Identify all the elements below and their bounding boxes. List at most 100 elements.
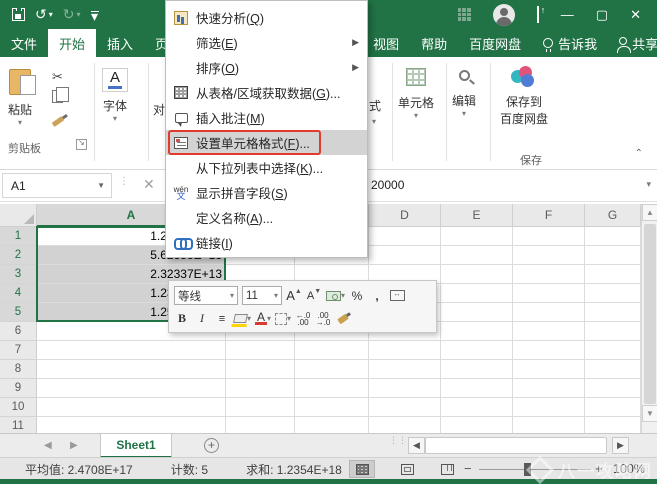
row-header-9[interactable]: 9 xyxy=(0,379,37,398)
zoom-level[interactable]: 100% xyxy=(613,462,645,476)
cell-C7[interactable] xyxy=(295,341,369,360)
menu-item-定义名称[interactable]: 定义名称(A)... xyxy=(166,205,367,230)
cell-D9[interactable] xyxy=(369,379,441,398)
cell-F11[interactable] xyxy=(513,417,585,433)
ribbon-display-options-button[interactable] xyxy=(537,7,539,22)
page-layout-view-button[interactable] xyxy=(394,460,420,478)
vertical-scrollbar-thumb[interactable] xyxy=(644,224,656,404)
cancel-icon[interactable]: ✕ xyxy=(143,176,155,193)
cell-G3[interactable] xyxy=(585,265,641,284)
font-group-button[interactable]: A 字体 ▾ xyxy=(102,68,128,123)
copy-button[interactable] xyxy=(52,90,63,103)
cell-A8[interactable] xyxy=(37,360,226,379)
paste-button[interactable]: 粘贴 ▾ xyxy=(8,69,32,127)
merge-center-button[interactable] xyxy=(389,286,405,305)
menu-item-显示拼音字段[interactable]: wén文显示拼音字段(S) xyxy=(166,180,367,205)
font-name-combo[interactable]: 等线▾ xyxy=(174,286,238,305)
menu-item-从下拉列表中选择[interactable]: 从下拉列表中选择(K)... xyxy=(166,155,367,180)
cell-B11[interactable] xyxy=(226,417,295,433)
normal-view-button[interactable] xyxy=(349,460,375,478)
menu-item-快速分析[interactable]: 快速分析(Q) xyxy=(166,5,367,30)
horizontal-scrollbar[interactable] xyxy=(425,437,607,454)
menu-item-从表格/区域获取数据[interactable]: 从表格/区域获取数据(G)... xyxy=(166,80,367,105)
next-sheet-button[interactable]: ▶ xyxy=(70,440,78,451)
tab-splitter-handle[interactable]: ⋮⋮ xyxy=(389,437,407,443)
row-header-7[interactable]: 7 xyxy=(0,341,37,360)
cell-G10[interactable] xyxy=(585,398,641,417)
tab-12[interactable]: 共享 xyxy=(608,29,657,57)
cell-D10[interactable] xyxy=(369,398,441,417)
cell-E10[interactable] xyxy=(441,398,513,417)
cell-B9[interactable] xyxy=(226,379,295,398)
column-header-G[interactable]: G xyxy=(585,204,641,227)
previous-sheet-button[interactable]: ◀ xyxy=(44,440,52,451)
zoom-slider[interactable] xyxy=(479,469,591,470)
cut-button[interactable]: ✂ xyxy=(52,69,63,85)
menu-item-插入批注[interactable]: 插入批注(M) xyxy=(166,105,367,130)
cell-F8[interactable] xyxy=(513,360,585,379)
cell-G11[interactable] xyxy=(585,417,641,433)
cell-E9[interactable] xyxy=(441,379,513,398)
clipboard-dialog-launcher[interactable] xyxy=(76,139,87,150)
cell-B8[interactable] xyxy=(226,360,295,379)
cell-G2[interactable] xyxy=(585,246,641,265)
cell-F2[interactable] xyxy=(513,246,585,265)
menu-item-设置单元格格式[interactable]: 设置单元格格式(F)... xyxy=(166,130,367,155)
select-all-button[interactable] xyxy=(0,204,37,227)
row-header-10[interactable]: 10 xyxy=(0,398,37,417)
menu-item-筛选[interactable]: 筛选(E)▶ xyxy=(166,30,367,55)
cell-E11[interactable] xyxy=(441,417,513,433)
cell-F10[interactable] xyxy=(513,398,585,417)
decrease-font-size-button[interactable]: A▼ xyxy=(306,286,322,305)
expand-formula-bar-button[interactable]: ▾ xyxy=(646,179,651,190)
new-sheet-button[interactable]: + xyxy=(204,438,219,453)
row-header-1[interactable]: 1 xyxy=(0,227,37,246)
cell-D8[interactable] xyxy=(369,360,441,379)
zoom-slider-thumb[interactable] xyxy=(524,463,531,476)
row-header-3[interactable]: 3 xyxy=(0,265,37,284)
cell-C11[interactable] xyxy=(295,417,369,433)
format-painter-button[interactable] xyxy=(52,116,65,127)
borders-button[interactable]: ▾ xyxy=(275,309,291,328)
italic-button[interactable]: I xyxy=(194,309,210,328)
tab-2[interactable]: 开始 xyxy=(48,29,96,57)
cell-E6[interactable] xyxy=(441,322,513,341)
cell-A7[interactable] xyxy=(37,341,226,360)
formula-bar-splitter[interactable]: ⋮ xyxy=(119,179,123,193)
cell-F5[interactable] xyxy=(513,303,585,322)
save-to-baidu-button[interactable]: 保存到 百度网盘 xyxy=(500,66,548,127)
row-header-6[interactable]: 6 xyxy=(0,322,37,341)
menu-item-排序[interactable]: 排序(O)▶ xyxy=(166,55,367,80)
tab-1[interactable]: 文件 xyxy=(0,29,48,57)
comma-style-button[interactable]: , xyxy=(369,286,385,305)
decrease-decimal-button[interactable]: ←.0.00 xyxy=(295,309,311,328)
cells-button[interactable]: 单元格 ▾ xyxy=(398,68,434,120)
cell-F3[interactable] xyxy=(513,265,585,284)
tab-3[interactable]: 插入 xyxy=(96,29,144,57)
cell-F1[interactable] xyxy=(513,227,585,246)
cell-C10[interactable] xyxy=(295,398,369,417)
cell-G1[interactable] xyxy=(585,227,641,246)
bold-button[interactable]: B xyxy=(174,309,190,328)
cell-F7[interactable] xyxy=(513,341,585,360)
row-header-2[interactable]: 2 xyxy=(0,246,37,265)
cell-E2[interactable] xyxy=(441,246,513,265)
scroll-right-button[interactable]: ▶ xyxy=(612,437,629,454)
cell-D7[interactable] xyxy=(369,341,441,360)
center-align-button[interactable]: ≡ xyxy=(214,309,230,328)
cell-C8[interactable] xyxy=(295,360,369,379)
font-color-button[interactable]: A▾ xyxy=(255,309,271,328)
row-header-8[interactable]: 8 xyxy=(0,360,37,379)
zoom-in-button[interactable]: + xyxy=(595,461,603,476)
tab-9[interactable]: 帮助 xyxy=(410,29,458,57)
cell-G4[interactable] xyxy=(585,284,641,303)
cell-D1[interactable] xyxy=(369,227,441,246)
cell-F4[interactable] xyxy=(513,284,585,303)
save-button[interactable] xyxy=(12,8,25,21)
user-avatar[interactable] xyxy=(493,4,515,26)
cell-E4[interactable] xyxy=(441,284,513,303)
column-header-E[interactable]: E xyxy=(441,204,513,227)
cell-G9[interactable] xyxy=(585,379,641,398)
customize-qat-button[interactable]: ▾ xyxy=(91,11,99,19)
sheet-tab-sheet1[interactable]: Sheet1 xyxy=(100,434,172,458)
